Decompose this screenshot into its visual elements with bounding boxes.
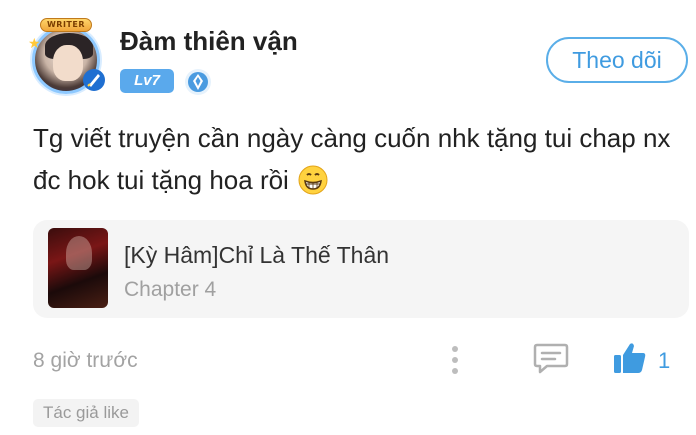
like-count: 1 bbox=[658, 348, 671, 373]
comment-text: Tg viết truyện cần ngày càng cuốn nhk tặ… bbox=[33, 117, 683, 201]
comment-body: Tg viết truyện cần ngày càng cuốn nhk tặ… bbox=[33, 123, 671, 195]
story-title: [Kỳ Hâm]Chỉ Là Thế Thân bbox=[124, 242, 390, 268]
reply-icon[interactable] bbox=[533, 342, 569, 374]
thumbs-up-icon[interactable] bbox=[612, 340, 648, 376]
follow-button[interactable]: Theo dõi bbox=[546, 37, 688, 83]
writer-badge: WRITER bbox=[40, 18, 92, 32]
story-card[interactable]: [Kỳ Hâm]Chỉ Là Thế Thân Chapter 4 bbox=[33, 220, 689, 318]
medal-icon bbox=[185, 69, 211, 95]
user-avatar[interactable]: WRITER ★ bbox=[26, 18, 106, 98]
username[interactable]: Đàm thiên vận bbox=[120, 26, 298, 57]
more-options-icon[interactable] bbox=[448, 344, 462, 376]
star-icon: ★ bbox=[28, 35, 41, 51]
quill-icon bbox=[83, 69, 105, 91]
story-chapter: Chapter 4 bbox=[124, 278, 217, 301]
author-liked-badge: Tác giả like bbox=[33, 399, 139, 427]
level-badge: Lv7 bbox=[120, 69, 174, 93]
timestamp: 8 giờ trước bbox=[33, 349, 138, 372]
story-cover bbox=[48, 228, 108, 308]
grinning-face-icon bbox=[298, 165, 328, 195]
